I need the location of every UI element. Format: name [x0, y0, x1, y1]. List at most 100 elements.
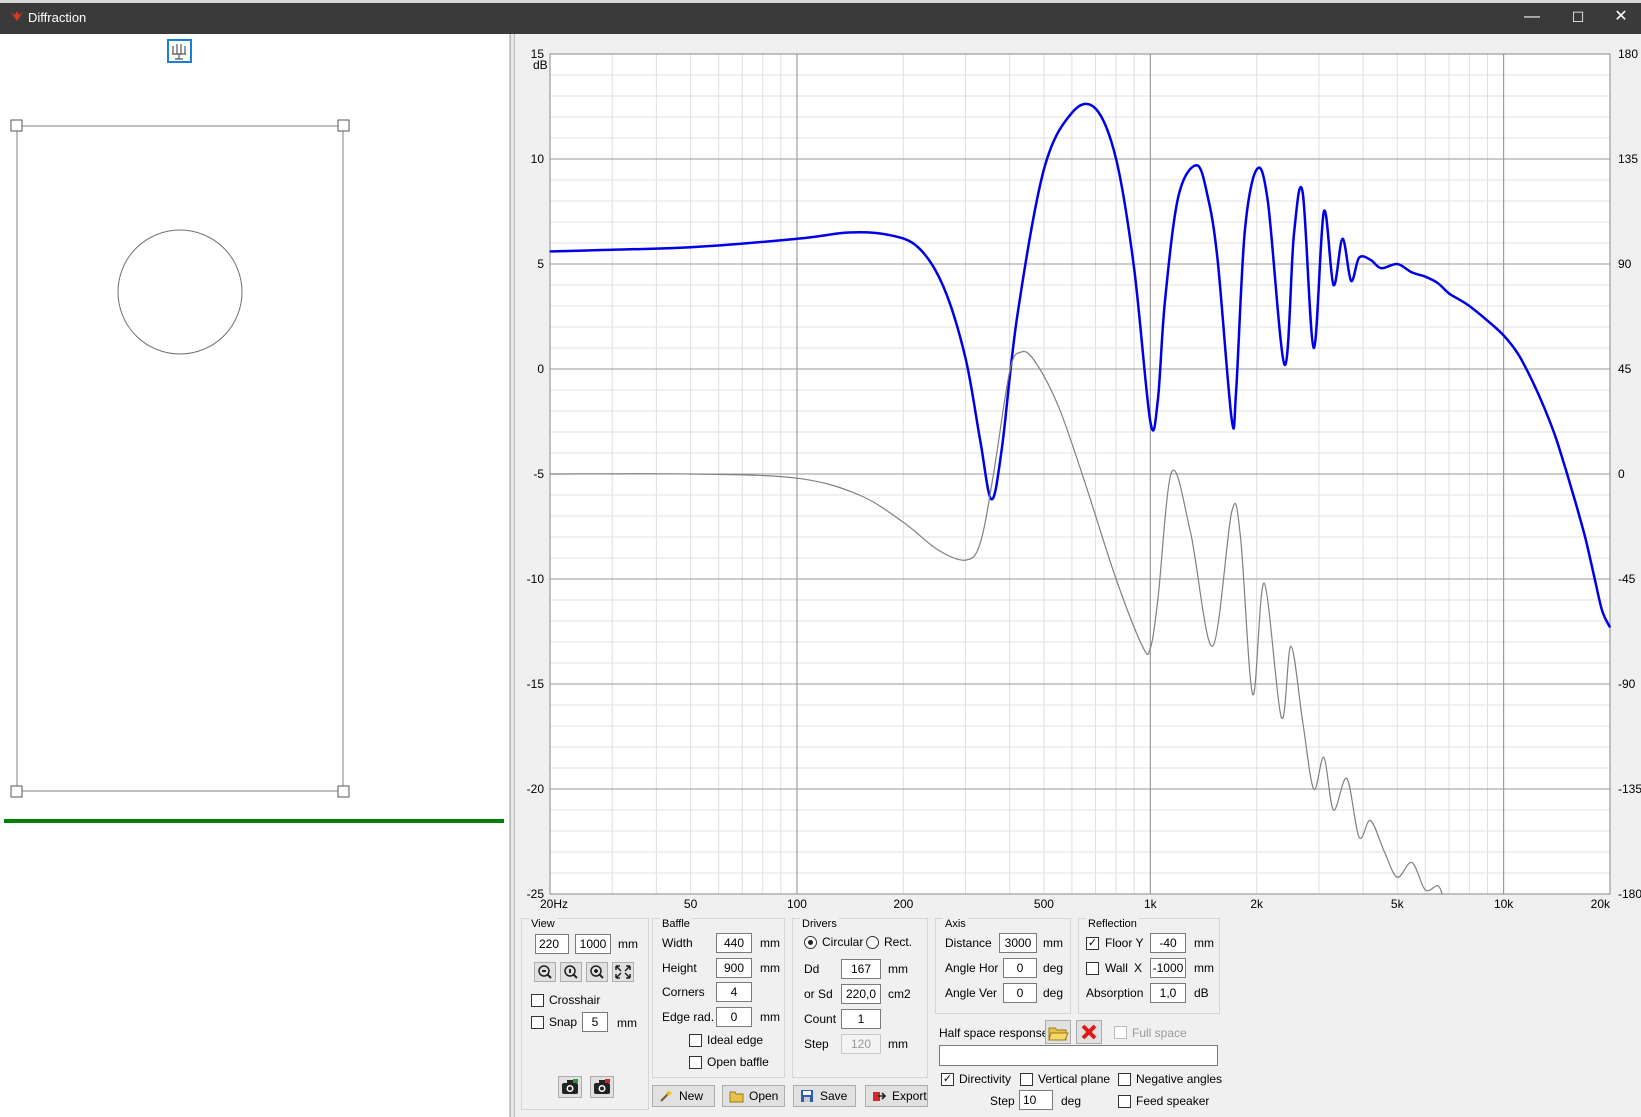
- phase-axis-tick-labels: 180 135 90 45 0 -45 -90 -135 -180: [1618, 47, 1641, 901]
- close-button[interactable]: ✕: [1598, 0, 1641, 34]
- driver-step-label: Step: [804, 1037, 829, 1051]
- data-point: [1217, 259, 1219, 261]
- data-point: [1263, 582, 1265, 584]
- camera-delete-icon: [594, 1079, 610, 1094]
- phase-tick-label: 0: [1618, 467, 1625, 481]
- full-space-checkbox[interactable]: [1114, 1026, 1127, 1039]
- wall-label: Wall: [1105, 961, 1128, 975]
- data-point: [1231, 418, 1233, 420]
- feed-speaker-checkbox[interactable]: [1118, 1095, 1131, 1108]
- snapshot-button[interactable]: [558, 1076, 582, 1098]
- circular-radio[interactable]: [804, 936, 817, 949]
- distance-field[interactable]: 3000: [999, 933, 1037, 953]
- maximize-button[interactable]: ☐: [1555, 0, 1601, 34]
- height-field[interactable]: 900: [716, 958, 752, 978]
- y-tick-label: 10: [531, 152, 545, 166]
- ideal-edge-checkbox[interactable]: [689, 1034, 702, 1047]
- data-point: [690, 473, 692, 475]
- y-tick-label: 0: [537, 362, 544, 376]
- directivity-checkbox[interactable]: ✓: [941, 1073, 954, 1086]
- baffle-group: Baffle Width 440 mm Height 900 mm Corner…: [652, 918, 785, 1078]
- data-point: [1149, 420, 1151, 423]
- half-space-file-field[interactable]: [939, 1045, 1218, 1066]
- driver-step-field[interactable]: 120: [841, 1034, 881, 1054]
- floor-field[interactable]: -40: [1150, 933, 1186, 953]
- data-point: [1346, 777, 1348, 780]
- data-point: [1369, 819, 1372, 822]
- angle-hor-field[interactable]: 0: [1003, 958, 1037, 978]
- corner-handle-bottom-right[interactable]: [337, 785, 350, 798]
- edge-radius-field[interactable]: 0: [716, 1007, 752, 1027]
- folder-icon: [729, 1091, 744, 1103]
- app-icon: [11, 11, 23, 21]
- minimize-button[interactable]: —: [1509, 0, 1555, 34]
- corner-handle-top-right[interactable]: [337, 119, 350, 132]
- floor-checkbox[interactable]: ✓: [1086, 937, 1099, 950]
- view-group: View 220 1000 mm Crosshair Snap 5 mm: [521, 918, 649, 1110]
- directivity-label: Directivity: [959, 1072, 1012, 1086]
- corner-handle-bottom-left[interactable]: [10, 785, 23, 798]
- export-button[interactable]: Export: [865, 1085, 928, 1107]
- data-point: [886, 234, 888, 236]
- rect-radio[interactable]: [866, 936, 879, 949]
- dd-label: Dd: [804, 962, 820, 976]
- toolbar-icon[interactable]: [167, 39, 192, 63]
- dd-field[interactable]: 167: [841, 959, 881, 979]
- data-point: [1424, 276, 1426, 278]
- baffle-group-label: Baffle: [660, 918, 692, 930]
- data-point: [1157, 599, 1159, 601]
- zoom-out-icon: [538, 965, 552, 979]
- axis-group-label: Axis: [943, 918, 968, 930]
- corners-field[interactable]: 4: [716, 982, 752, 1002]
- view-x-field[interactable]: 220: [535, 934, 569, 954]
- snap-field[interactable]: 5: [582, 1012, 608, 1032]
- angle-ver-field[interactable]: 0: [1003, 983, 1037, 1003]
- data-point: [1133, 267, 1135, 269]
- snap-checkbox[interactable]: [531, 1016, 544, 1029]
- view-y-field[interactable]: 1000: [575, 934, 611, 954]
- data-point: [1313, 347, 1315, 349]
- window-title: Diffraction: [28, 10, 87, 25]
- open-baffle-checkbox[interactable]: [689, 1056, 702, 1069]
- data-point: [1211, 645, 1214, 647]
- height-unit: mm: [760, 961, 780, 975]
- new-button[interactable]: New: [652, 1085, 715, 1107]
- save-button[interactable]: Save: [793, 1085, 856, 1107]
- negative-angles-checkbox[interactable]: [1118, 1073, 1131, 1086]
- delete-half-space-button[interactable]: [1076, 1020, 1102, 1044]
- count-field[interactable]: 1: [841, 1009, 881, 1029]
- open-half-space-button[interactable]: [1045, 1020, 1071, 1044]
- width-field[interactable]: 440: [716, 933, 752, 953]
- zoom-in-button[interactable]: [586, 962, 608, 982]
- zoom-in-icon: [590, 965, 604, 979]
- fit-all-button[interactable]: [612, 962, 634, 982]
- sd-field[interactable]: 220,0: [841, 984, 881, 1004]
- x-axis-tick-labels: 20Hz 50 100 200 500 1k 2k 5k 10k 20k: [540, 897, 1611, 910]
- data-point: [1293, 234, 1295, 236]
- open-button[interactable]: Open: [722, 1085, 785, 1107]
- data-point: [1280, 717, 1282, 719]
- zoom-fit-button[interactable]: [560, 962, 582, 982]
- data-point: [1206, 194, 1208, 196]
- crosshair-label: Crosshair: [549, 993, 601, 1007]
- corner-handle-top-left[interactable]: [10, 119, 23, 132]
- data-point: [796, 477, 798, 479]
- vertical-plane-checkbox[interactable]: [1020, 1073, 1033, 1086]
- zoom-out-button[interactable]: [534, 962, 556, 982]
- data-point: [1396, 263, 1398, 265]
- driver-circle[interactable]: [117, 229, 243, 355]
- wall-field[interactable]: -1000: [1150, 958, 1186, 978]
- data-point: [1323, 756, 1325, 759]
- crosshair-checkbox[interactable]: [531, 994, 544, 1007]
- directivity-step-field[interactable]: 10: [1019, 1090, 1053, 1110]
- baffle-drawing-panel[interactable]: [0, 34, 510, 1117]
- folder-open-icon: [1048, 1027, 1069, 1041]
- sd-unit: cm2: [888, 987, 911, 1001]
- data-point: [848, 231, 850, 234]
- absorption-field[interactable]: 1,0: [1150, 983, 1186, 1003]
- frequency-response-chart[interactable]: 15 10 5 0 -5 -10 -15 -20 -25 180 135 90 45 0 -45 -90 -1…: [515, 34, 1641, 910]
- data-point: [1458, 299, 1461, 301]
- clear-snapshot-button[interactable]: [590, 1076, 614, 1098]
- directivity-step-unit: deg: [1061, 1094, 1082, 1108]
- wall-checkbox[interactable]: [1086, 962, 1099, 975]
